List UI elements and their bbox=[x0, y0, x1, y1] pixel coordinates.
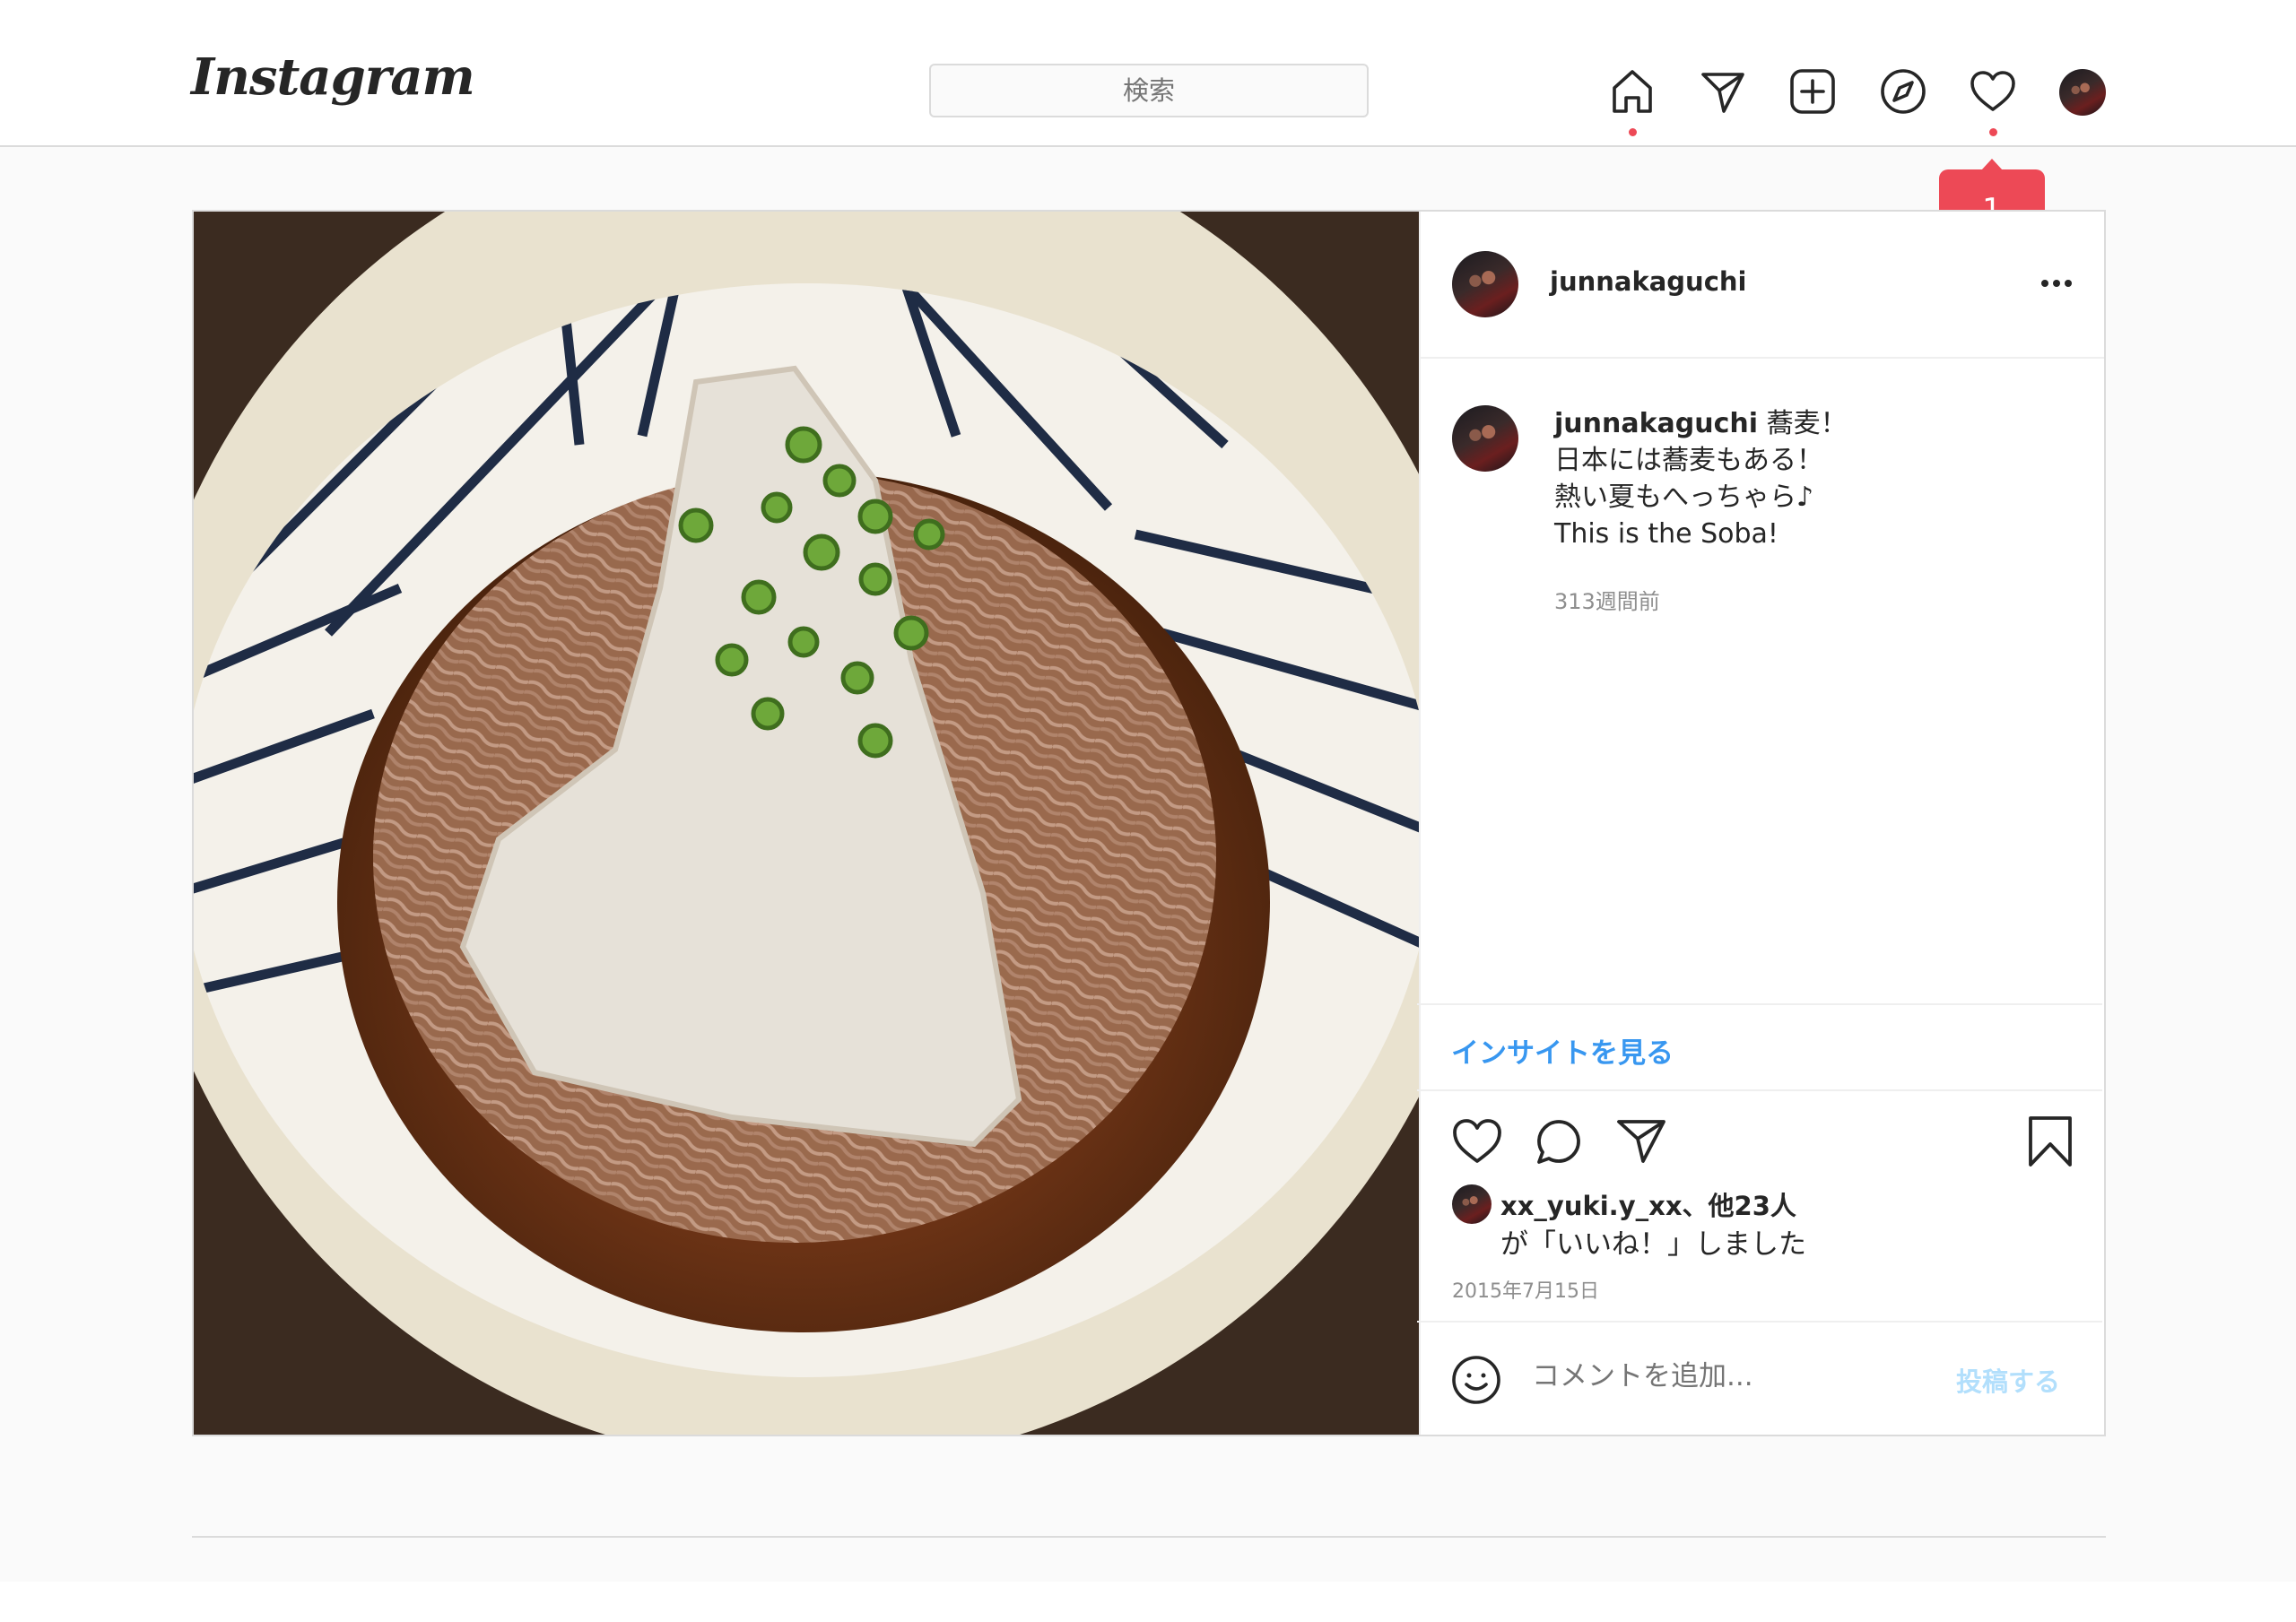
comment-input[interactable] bbox=[1532, 1360, 1909, 1392]
post-header bbox=[1421, 212, 2104, 359]
comment-icon[interactable] bbox=[1532, 1115, 1586, 1168]
likes-summary[interactable]: xx_yuki.y_xx、他23人 bbox=[1500, 1185, 1796, 1223]
post-comment-button[interactable]: 投稿する bbox=[1956, 1361, 2060, 1399]
footer-divider bbox=[192, 1536, 2106, 1538]
direct-icon[interactable] bbox=[1698, 66, 1748, 117]
author-avatar[interactable] bbox=[1452, 251, 1518, 317]
liker-avatar[interactable] bbox=[1452, 1184, 1492, 1224]
top-nav-bar: Instagram bbox=[0, 0, 2296, 147]
likes-suffix: が「いいね！」しました bbox=[1500, 1228, 1806, 1261]
profile-avatar[interactable] bbox=[2059, 69, 2106, 116]
caption-username[interactable]: junnakaguchi bbox=[1554, 408, 1758, 439]
bottom-strip bbox=[0, 1582, 2296, 1622]
activity-heart-icon[interactable] bbox=[1968, 66, 2018, 117]
caption: junnakaguchi 蕎麦！ 日本には蕎麦もある！ 熱い夏もへっちゃら♪ T… bbox=[1554, 405, 1848, 552]
insight-bar: インサイトを見る bbox=[1417, 1003, 2102, 1091]
activity-dot bbox=[1989, 128, 1997, 136]
caption-timestamp: 313週間前 bbox=[1554, 589, 1660, 614]
explore-icon[interactable] bbox=[1878, 66, 1928, 117]
bookmark-icon[interactable] bbox=[2023, 1115, 2077, 1168]
search-input[interactable] bbox=[929, 64, 1369, 117]
more-options-icon[interactable] bbox=[2039, 275, 2074, 287]
post-date: 2015年7月15日 bbox=[1452, 1280, 1599, 1303]
instagram-logo[interactable]: Instagram bbox=[191, 52, 475, 102]
home-active-dot bbox=[1629, 128, 1637, 136]
emoji-icon[interactable] bbox=[1450, 1354, 1502, 1406]
post-photo[interactable] bbox=[194, 212, 1419, 1435]
author-username[interactable]: junnakaguchi bbox=[1550, 266, 1746, 297]
post-card bbox=[192, 210, 2106, 1436]
share-icon[interactable] bbox=[1614, 1115, 1668, 1168]
view-insights-link[interactable]: インサイトを見る bbox=[1451, 1030, 1674, 1071]
caption-avatar[interactable] bbox=[1452, 405, 1518, 472]
new-post-icon[interactable] bbox=[1787, 66, 1838, 117]
like-heart-icon[interactable] bbox=[1450, 1115, 1504, 1168]
home-icon[interactable] bbox=[1607, 66, 1657, 117]
